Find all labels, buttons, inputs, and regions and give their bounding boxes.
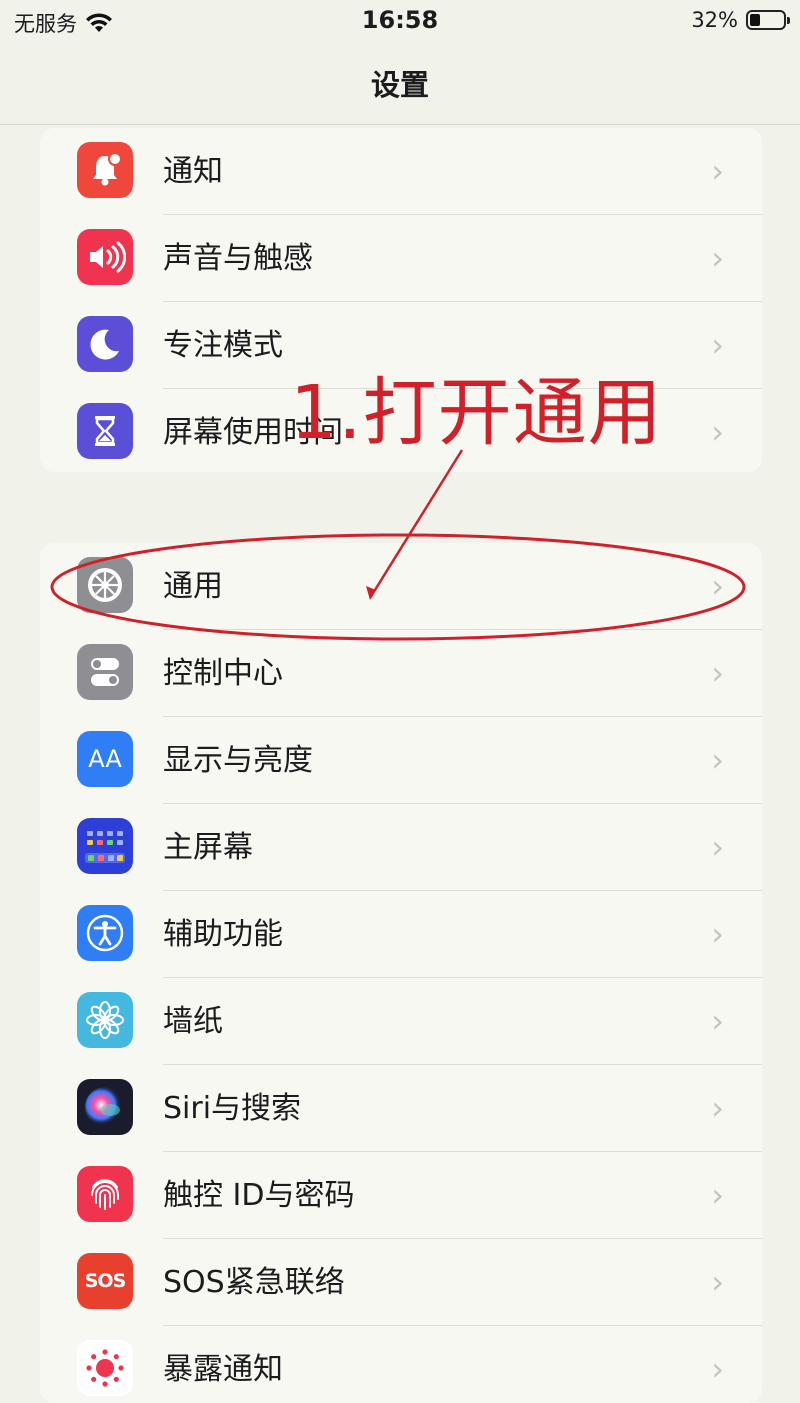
row-label: 控制中心 xyxy=(163,656,283,691)
chevron-right-icon: › xyxy=(711,915,724,953)
row-label: 墙纸 xyxy=(163,1004,223,1039)
row-label: 通知 xyxy=(163,154,223,189)
home-grid-icon xyxy=(77,818,133,874)
fingerprint-icon xyxy=(77,1166,133,1222)
siri-icon xyxy=(77,1079,133,1135)
chevron-right-icon: › xyxy=(711,1089,724,1127)
settings-row-exposure-notifications[interactable]: 暴露通知 › xyxy=(40,1326,762,1403)
row-label: 通用 xyxy=(163,569,223,604)
moon-icon xyxy=(77,316,133,372)
chevron-right-icon: › xyxy=(711,828,724,866)
status-time: 16:58 xyxy=(361,6,439,34)
settings-row-display[interactable]: AA 显示与亮度 › xyxy=(40,717,762,804)
chevron-right-icon: › xyxy=(711,741,724,779)
exposure-icon xyxy=(77,1340,133,1396)
settings-row-emergency-sos[interactable]: SOS SOS紧急联络 › xyxy=(40,1239,762,1326)
accessibility-icon xyxy=(77,905,133,961)
row-label: 显示与亮度 xyxy=(163,743,313,778)
speaker-icon xyxy=(77,229,133,285)
chevron-right-icon: › xyxy=(711,1263,724,1301)
settings-row-control-center[interactable]: 控制中心 › xyxy=(40,630,762,717)
row-label: 声音与触感 xyxy=(163,241,313,276)
chevron-right-icon: › xyxy=(711,567,724,605)
nav-bar: 设置 xyxy=(0,42,800,125)
row-label: 暴露通知 xyxy=(163,1352,283,1387)
gear-icon xyxy=(77,557,133,613)
settings-group-2: 通用 › 控制中心 › AA 显示与亮度 › 主屏幕 › 辅助功能 › 墙纸 ›… xyxy=(40,543,762,1403)
row-label: 主屏幕 xyxy=(163,830,253,865)
battery-icon xyxy=(746,10,790,30)
chevron-right-icon: › xyxy=(711,1350,724,1388)
settings-row-touch-id[interactable]: 触控 ID与密码 › xyxy=(40,1152,762,1239)
toggles-icon xyxy=(77,644,133,700)
text-size-icon: AA xyxy=(77,731,133,787)
battery-percent: 32% xyxy=(691,8,738,32)
status-right: 32% xyxy=(691,8,790,32)
chevron-right-icon: › xyxy=(711,413,724,451)
text-size-glyph: AA xyxy=(88,745,122,773)
chevron-right-icon: › xyxy=(711,1002,724,1040)
sos-glyph: SOS xyxy=(84,1270,127,1292)
row-label: 辅助功能 xyxy=(163,917,283,952)
chevron-right-icon: › xyxy=(711,1176,724,1214)
settings-row-general[interactable]: 通用 › xyxy=(40,543,762,630)
settings-row-sounds[interactable]: 声音与触感 › xyxy=(40,215,762,302)
settings-row-notifications[interactable]: 通知 › xyxy=(40,128,762,215)
settings-row-home-screen[interactable]: 主屏幕 › xyxy=(40,804,762,891)
chevron-right-icon: › xyxy=(711,654,724,692)
settings-row-accessibility[interactable]: 辅助功能 › xyxy=(40,891,762,978)
annotation-text: 1.打开通用 xyxy=(290,370,663,456)
settings-row-siri[interactable]: Siri与搜索 › xyxy=(40,1065,762,1152)
page-title: 设置 xyxy=(370,68,429,102)
row-label: Siri与搜索 xyxy=(163,1091,302,1126)
chevron-right-icon: › xyxy=(711,326,724,364)
status-bar: 无服务 16:58 32% xyxy=(0,0,800,42)
chevron-right-icon: › xyxy=(711,239,724,277)
row-label: SOS紧急联络 xyxy=(163,1265,345,1300)
bell-icon xyxy=(77,142,133,198)
chevron-right-icon: › xyxy=(711,152,724,190)
settings-row-wallpaper[interactable]: 墙纸 › xyxy=(40,978,762,1065)
flower-icon xyxy=(77,992,133,1048)
hourglass-icon xyxy=(77,403,133,459)
row-label: 专注模式 xyxy=(163,328,283,363)
row-label: 触控 ID与密码 xyxy=(163,1178,355,1213)
sos-icon: SOS xyxy=(77,1253,133,1309)
